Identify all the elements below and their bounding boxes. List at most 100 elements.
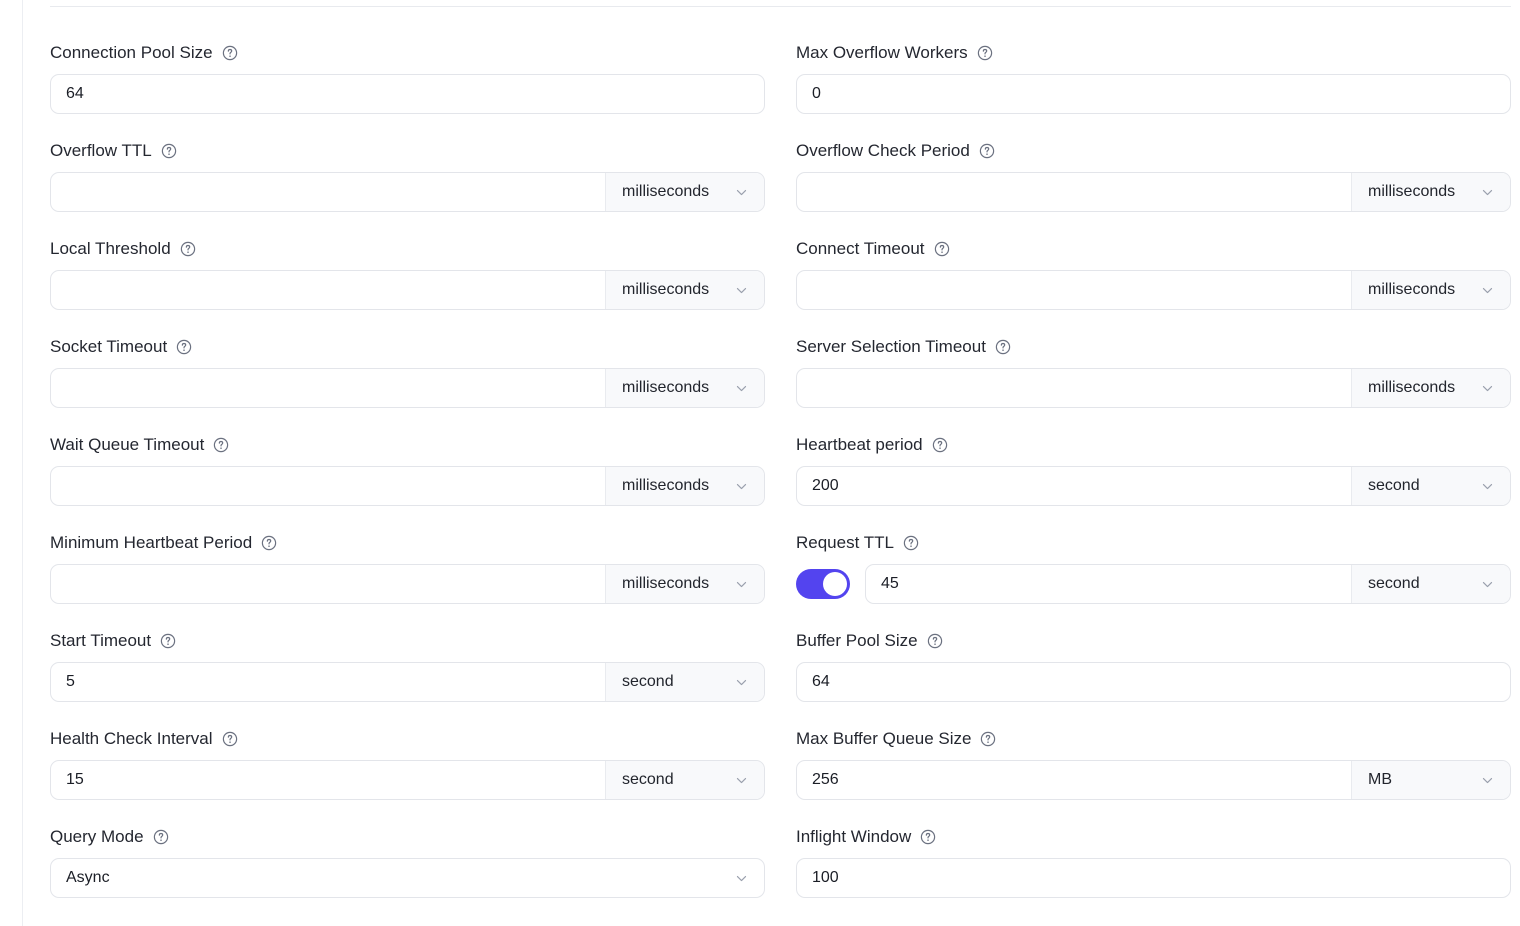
max-buffer-queue-size-unit-select[interactable]: MB — [1351, 761, 1510, 799]
help-circle-icon[interactable] — [980, 731, 996, 747]
help-circle-icon[interactable] — [222, 731, 238, 747]
inflight-window-control — [796, 858, 1511, 898]
local-threshold-input[interactable] — [51, 271, 605, 309]
overflow-check-period-input[interactable] — [797, 173, 1351, 211]
field-local-threshold: Local Threshold milliseconds — [50, 236, 765, 334]
start-timeout-unit-select[interactable]: second — [605, 663, 764, 701]
chevron-down-icon — [734, 381, 749, 396]
chevron-down-icon — [734, 577, 749, 592]
overflow-check-period-label: Overflow Check Period — [796, 141, 970, 160]
local-threshold-unit-value: milliseconds — [622, 281, 710, 298]
socket-timeout-label: Socket Timeout — [50, 337, 168, 356]
heartbeat-period-input[interactable] — [797, 467, 1351, 505]
help-circle-icon[interactable] — [222, 45, 238, 61]
field-wait-queue-timeout: Wait Queue Timeout milliseconds — [50, 432, 765, 530]
field-heartbeat-period: Heartbeat period second — [796, 432, 1511, 530]
query-mode-select-value: Async — [66, 869, 110, 886]
start-timeout-input-shell: second — [50, 662, 765, 702]
wait-queue-timeout-unit-value: milliseconds — [622, 477, 710, 494]
field-overflow-check-period: Overflow Check Period milliseconds — [796, 138, 1511, 236]
help-circle-icon[interactable] — [977, 45, 993, 61]
request-ttl-unit-select[interactable]: second — [1351, 565, 1510, 603]
server-selection-timeout-unit-value: milliseconds — [1368, 379, 1456, 396]
help-circle-icon[interactable] — [261, 535, 277, 551]
max-overflow-workers-input[interactable] — [797, 75, 1510, 113]
wait-queue-timeout-label-row: Wait Queue Timeout — [50, 432, 765, 457]
local-threshold-control: milliseconds — [50, 270, 765, 310]
max-overflow-workers-label: Max Overflow Workers — [796, 43, 968, 62]
connection-pool-size-control — [50, 74, 765, 114]
help-circle-icon[interactable] — [176, 339, 192, 355]
connect-timeout-label-row: Connect Timeout — [796, 236, 1511, 261]
chevron-down-icon — [734, 185, 749, 200]
connection-settings-form: Connection Pool Size Max Overflow Workers… — [50, 40, 1511, 922]
heartbeat-period-input-shell: second — [796, 466, 1511, 506]
query-mode-control: Async — [50, 858, 765, 898]
field-connect-timeout: Connect Timeout milliseconds — [796, 236, 1511, 334]
help-circle-icon[interactable] — [213, 437, 229, 453]
field-max-buffer-queue-size: Max Buffer Queue Size MB — [796, 726, 1511, 824]
health-check-interval-label: Health Check Interval — [50, 729, 213, 748]
help-circle-icon[interactable] — [979, 143, 995, 159]
field-server-selection-timeout: Server Selection Timeout milliseconds — [796, 334, 1511, 432]
overflow-check-period-unit-select[interactable]: milliseconds — [1351, 173, 1510, 211]
left-vertical-rule — [22, 0, 23, 926]
local-threshold-unit-select[interactable]: milliseconds — [605, 271, 764, 309]
server-selection-timeout-input[interactable] — [797, 369, 1351, 407]
health-check-interval-input-shell: second — [50, 760, 765, 800]
start-timeout-label-row: Start Timeout — [50, 628, 765, 653]
help-circle-icon[interactable] — [934, 241, 950, 257]
max-overflow-workers-control — [796, 74, 1511, 114]
server-selection-timeout-unit-select[interactable]: milliseconds — [1351, 369, 1510, 407]
socket-timeout-label-row: Socket Timeout — [50, 334, 765, 359]
connect-timeout-input[interactable] — [797, 271, 1351, 309]
connection-pool-size-input[interactable] — [51, 75, 764, 113]
socket-timeout-control: milliseconds — [50, 368, 765, 408]
wait-queue-timeout-input[interactable] — [51, 467, 605, 505]
health-check-interval-unit-select[interactable]: second — [605, 761, 764, 799]
overflow-ttl-input[interactable] — [51, 173, 605, 211]
request-ttl-input[interactable] — [866, 565, 1351, 603]
minimum-heartbeat-period-unit-select[interactable]: milliseconds — [605, 565, 764, 603]
help-circle-icon[interactable] — [153, 829, 169, 845]
query-mode-label-row: Query Mode — [50, 824, 765, 849]
field-health-check-interval: Health Check Interval second — [50, 726, 765, 824]
chevron-down-icon — [1480, 479, 1495, 494]
field-start-timeout: Start Timeout second — [50, 628, 765, 726]
socket-timeout-unit-value: milliseconds — [622, 379, 710, 396]
max-buffer-queue-size-label: Max Buffer Queue Size — [796, 729, 972, 748]
chevron-down-icon — [734, 871, 749, 886]
help-circle-icon[interactable] — [932, 437, 948, 453]
max-buffer-queue-size-label-row: Max Buffer Queue Size — [796, 726, 1511, 751]
max-buffer-queue-size-input[interactable] — [797, 761, 1351, 799]
chevron-down-icon — [734, 479, 749, 494]
help-circle-icon[interactable] — [160, 633, 176, 649]
field-inflight-window: Inflight Window — [796, 824, 1511, 922]
query-mode-select[interactable]: Async — [50, 858, 765, 898]
request-ttl-toggle[interactable] — [796, 569, 850, 599]
buffer-pool-size-input[interactable] — [797, 663, 1510, 701]
help-circle-icon[interactable] — [161, 143, 177, 159]
heartbeat-period-unit-select[interactable]: second — [1351, 467, 1510, 505]
start-timeout-input[interactable] — [51, 663, 605, 701]
chevron-down-icon — [734, 773, 749, 788]
help-circle-icon[interactable] — [180, 241, 196, 257]
inflight-window-input[interactable] — [797, 859, 1510, 897]
query-mode-label: Query Mode — [50, 827, 144, 846]
field-minimum-heartbeat-period: Minimum Heartbeat Period milliseconds — [50, 530, 765, 628]
overflow-ttl-unit-select[interactable]: milliseconds — [605, 173, 764, 211]
socket-timeout-input[interactable] — [51, 369, 605, 407]
wait-queue-timeout-unit-select[interactable]: milliseconds — [605, 467, 764, 505]
health-check-interval-input[interactable] — [51, 761, 605, 799]
minimum-heartbeat-period-input[interactable] — [51, 565, 605, 603]
help-circle-icon[interactable] — [927, 633, 943, 649]
minimum-heartbeat-period-unit-value: milliseconds — [622, 575, 710, 592]
socket-timeout-unit-select[interactable]: milliseconds — [605, 369, 764, 407]
heartbeat-period-unit-value: second — [1368, 477, 1420, 494]
overflow-check-period-unit-value: milliseconds — [1368, 183, 1456, 200]
help-circle-icon[interactable] — [920, 829, 936, 845]
server-selection-timeout-input-shell: milliseconds — [796, 368, 1511, 408]
connect-timeout-unit-select[interactable]: milliseconds — [1351, 271, 1510, 309]
help-circle-icon[interactable] — [903, 535, 919, 551]
help-circle-icon[interactable] — [995, 339, 1011, 355]
